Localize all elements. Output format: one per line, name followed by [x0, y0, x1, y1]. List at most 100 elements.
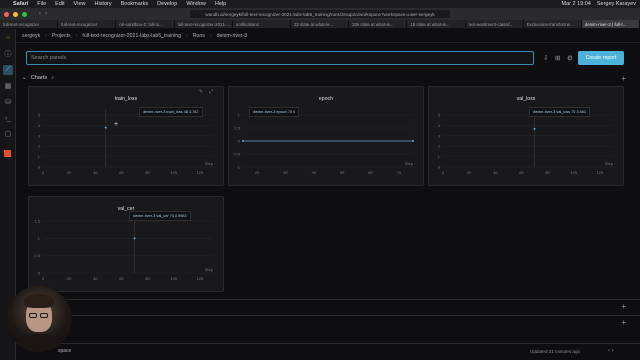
y-tick-label: 3	[438, 133, 441, 138]
browser-tab[interactable]: 20k slate at what-le...	[349, 20, 408, 28]
data-point[interactable]	[242, 140, 244, 142]
y-tick-label: 4	[38, 123, 41, 128]
menu-edit[interactable]: Edit	[55, 1, 64, 7]
chart-tooltip: denim-river-3 train_loss 48 3.782	[139, 107, 203, 117]
chart-panel-epoch[interactable]: 1 0.5 0 -0.5 -1 20 30 40 50 60 70 Step epoch denim-…	[228, 86, 424, 186]
x-axis-label: Step	[205, 267, 214, 272]
x-tick-label: 60	[119, 170, 124, 175]
browser-tab[interactable]: ml-sandbox-2: full-to...	[116, 20, 175, 28]
system-icon[interactable]: ▦	[3, 81, 13, 91]
x-tick-label: 50	[340, 170, 345, 175]
logs-icon[interactable]: ›_	[3, 113, 13, 123]
browser-tab[interactable]: text-sentiment-classif..	[466, 20, 524, 28]
y-tick-label: 1	[38, 236, 41, 241]
menu-window[interactable]: Window	[186, 1, 206, 7]
minimize-window-button[interactable]	[13, 11, 18, 17]
breadcrumb-projects[interactable]: Projects	[52, 33, 71, 39]
collapsed-section[interactable]: +	[16, 299, 640, 315]
x-tick-label: 20	[467, 170, 472, 175]
create-report-button[interactable]: Create report	[578, 51, 624, 65]
edit-icon[interactable]: ✎	[199, 89, 203, 95]
artifacts-icon[interactable]	[4, 150, 11, 157]
chart-panel-val-cer[interactable]: 1.5 1 0.5 0 0 20 40 60 80 100 120 Step val_cer deni…	[28, 196, 224, 292]
y-tick-label: 0.5	[34, 253, 40, 258]
updated-timestamp: Updated 31 minutes ago	[530, 349, 581, 354]
info-icon[interactable]: ⓘ	[3, 49, 13, 59]
pager-icon[interactable]: ‹ ›	[608, 348, 614, 354]
user-name[interactable]: Sergey Karayev	[597, 1, 636, 7]
x-tick-label: 0	[42, 170, 45, 175]
y-tick-label: 0	[38, 271, 41, 276]
browser-tab[interactable]: Exclusions-transforme...	[524, 20, 582, 28]
breadcrumb-user[interactable]: sergeyk	[22, 33, 40, 39]
add-panel-icon[interactable]: +	[621, 74, 626, 83]
chevron-down-icon[interactable]: ⌄	[22, 75, 27, 81]
browser-tab[interactable]: notifications	[233, 20, 291, 28]
breadcrumb-run[interactable]: denim-river-3	[217, 33, 248, 39]
y-tick-label: 4	[438, 123, 441, 128]
section-count: 4	[51, 75, 54, 81]
settings-icon[interactable]: ⚙	[567, 54, 573, 62]
download-icon[interactable]: ⇩	[543, 54, 548, 62]
x-tick-label: 40	[312, 170, 317, 175]
back-icon[interactable]: ‹	[39, 11, 41, 17]
breadcrumb-runs[interactable]: Runs	[193, 33, 205, 39]
y-tick-label: 1	[438, 154, 441, 159]
address-bar[interactable]: wandb.ai/sergeyk/full-text-recognizer-20…	[190, 10, 450, 18]
breadcrumb-separator: ›	[209, 32, 212, 39]
glasses-icon	[29, 313, 37, 318]
charts-icon[interactable]: ⟋	[3, 65, 13, 75]
zoom-window-button[interactable]	[22, 11, 27, 17]
y-tick-label: 3	[38, 133, 41, 138]
menu-file[interactable]: File	[37, 1, 46, 7]
x-tick-label: 40	[493, 170, 498, 175]
browser-tab[interactable]: full-text-recognizer-2021-...	[175, 20, 233, 28]
chart-panel-train-loss[interactable]: 5 4 3 2 1 0 0 20 40 60 80 100 120 Step train_loss ✎ ⤢…	[28, 86, 224, 186]
close-window-button[interactable]	[4, 11, 9, 17]
crosshair-cursor-icon: +	[114, 121, 119, 128]
y-tick-label: 2	[38, 144, 41, 149]
collapsed-section[interactable]: +	[16, 315, 640, 331]
browser-tab[interactable]: 23 slate at what-le...	[291, 20, 350, 28]
wandb-logo-icon[interactable]: ⁘	[3, 33, 13, 43]
section-title: Charts	[30, 75, 48, 81]
x-tick-label: 120	[597, 170, 604, 175]
model-icon[interactable]: ⛁	[3, 97, 13, 107]
webcam-person-hair	[24, 294, 54, 308]
menu-view[interactable]: View	[74, 1, 86, 7]
menu-bookmarks[interactable]: Bookmarks	[121, 1, 149, 7]
chart-panel-val-loss[interactable]: 5 4 3 2 1 0 0 20 40 60 80 100 120 Step val_loss denim…	[428, 86, 624, 186]
expand-icon[interactable]: ⤢	[209, 89, 213, 95]
x-tick-label: 20	[255, 170, 260, 175]
data-point[interactable]	[104, 126, 107, 129]
add-panel-icon[interactable]: +	[621, 318, 626, 327]
forward-icon[interactable]: ›	[45, 11, 47, 17]
breadcrumb-project[interactable]: full-text-recognizer-2021-labs-lab5_trai…	[82, 33, 181, 39]
y-tick-label: -0.5	[233, 152, 241, 157]
data-point[interactable]	[412, 140, 414, 142]
data-point[interactable]	[133, 237, 136, 240]
browser-tab[interactable]: full-text-recognizer	[58, 20, 117, 28]
browser-tab[interactable]: 15 slate at what-le...	[407, 20, 466, 28]
files-icon[interactable]: ▢	[3, 129, 13, 139]
menu-app-name[interactable]: Safari	[13, 1, 28, 7]
add-panel-icon[interactable]: +	[621, 302, 626, 311]
charts-section-header[interactable]: ⌄ Charts 4 +	[16, 73, 640, 83]
x-axis-label: Step	[605, 161, 614, 166]
layout-icon[interactable]: ⊞	[555, 54, 560, 62]
search-panels-input[interactable]: Search panels	[26, 51, 534, 65]
x-tick-label: 120	[197, 276, 204, 281]
browser-tab[interactable]: full-text-recognizer	[0, 20, 59, 28]
macos-menubar: Safari File Edit View History Bookmarks …	[0, 0, 640, 8]
menu-develop[interactable]: Develop	[157, 1, 177, 7]
x-tick-label: 20	[67, 276, 72, 281]
menu-help[interactable]: Help	[215, 1, 226, 7]
data-point[interactable]	[533, 127, 536, 130]
panel-title: val_cer	[117, 206, 135, 212]
chart-svg: 1 0.5 0 -0.5 -1 20 30 40 50 60 70Step	[233, 113, 414, 175]
y-tick-label: -1	[236, 165, 240, 170]
menu-history[interactable]: History	[94, 1, 111, 7]
browser-tab[interactable]: denim-river-3 | full-t...	[581, 20, 640, 28]
y-tick-label: 0	[38, 165, 41, 170]
clock: Mar 2 19:04	[561, 1, 591, 7]
